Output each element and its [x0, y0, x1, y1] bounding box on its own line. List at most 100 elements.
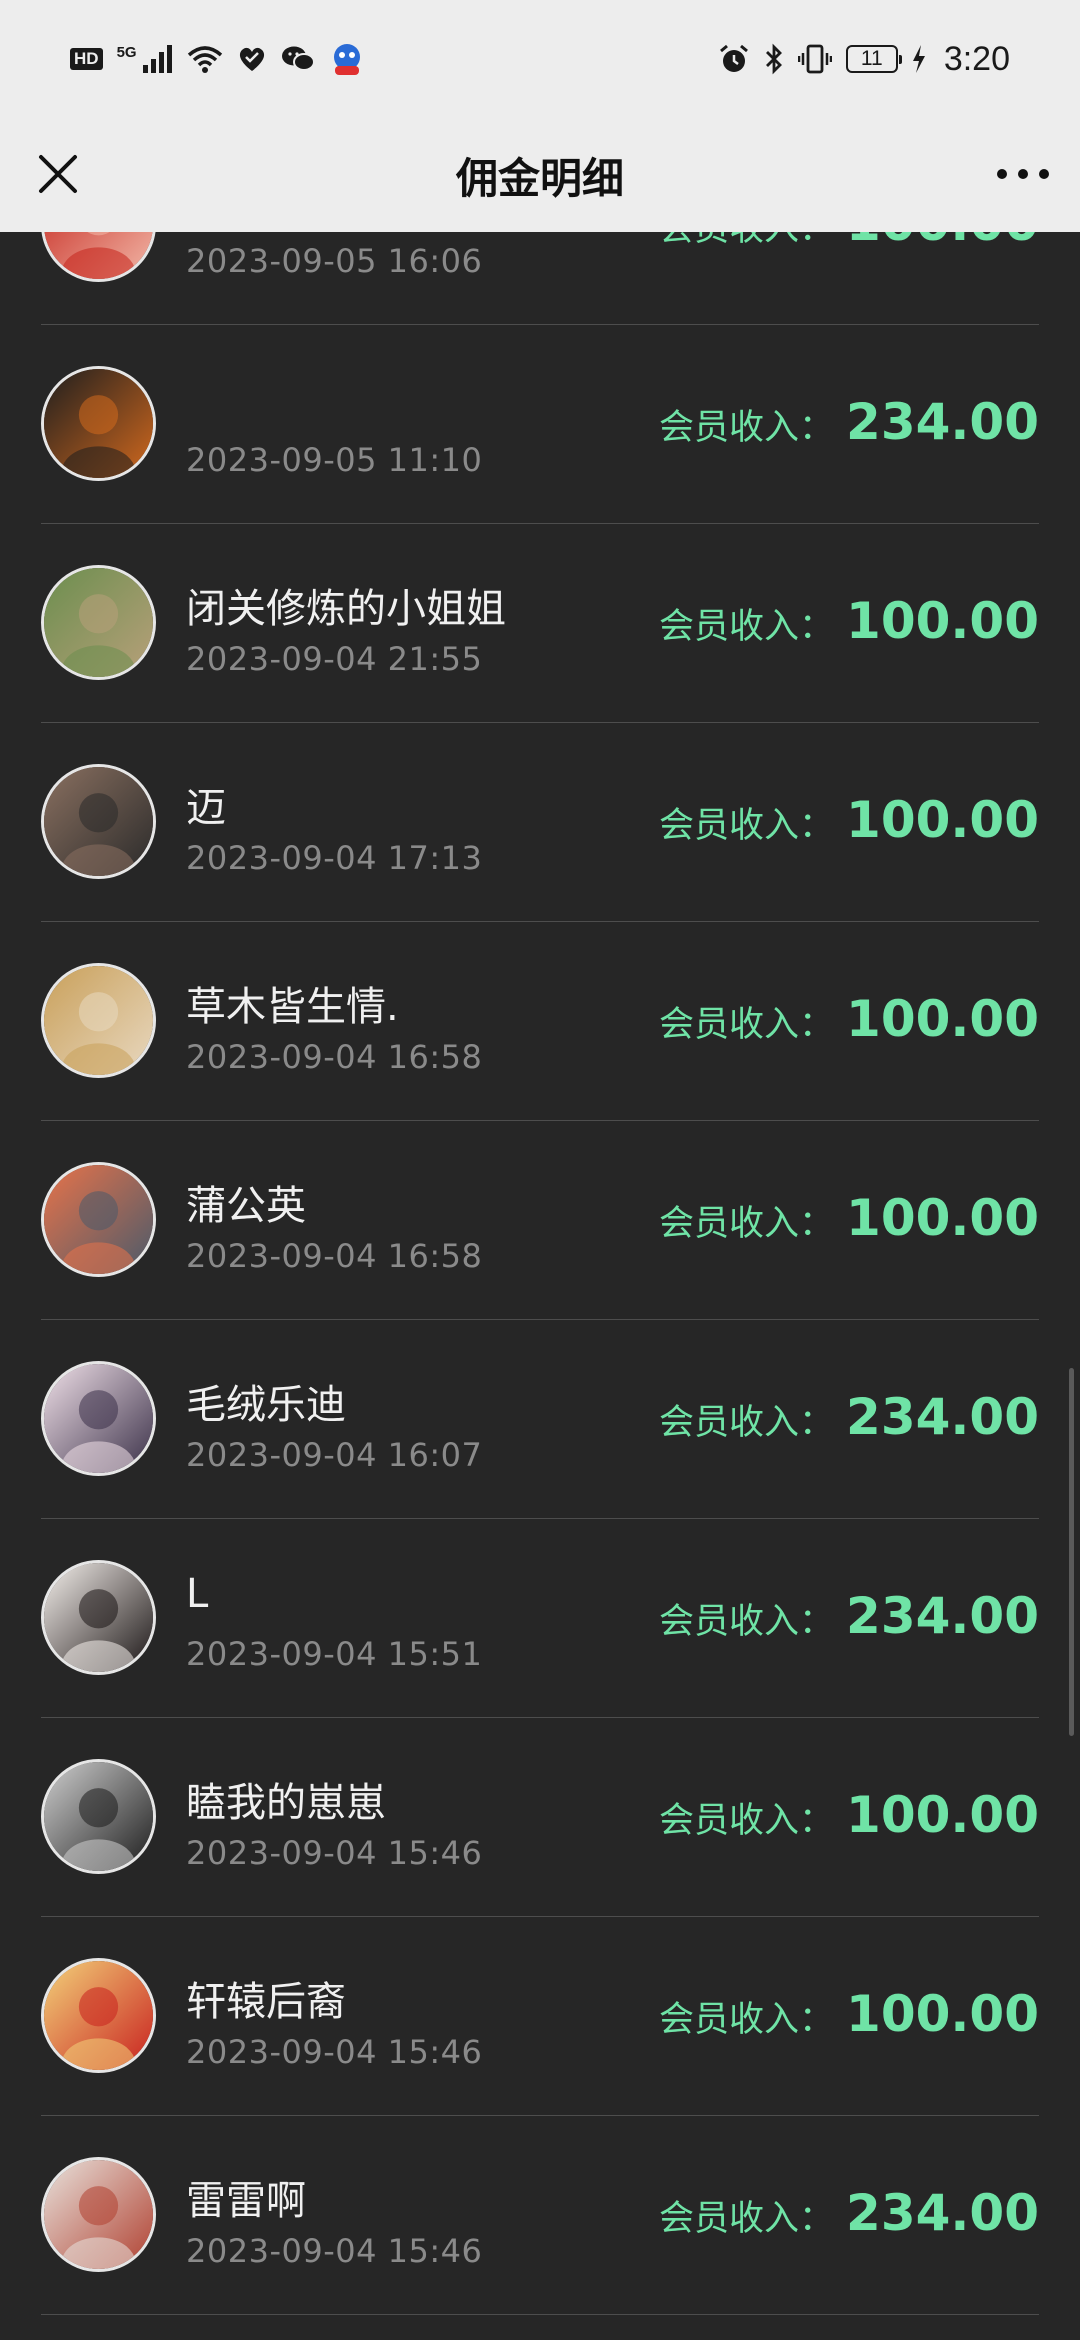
close-icon [39, 155, 77, 193]
avatar[interactable] [41, 764, 156, 879]
record-time: 2023-09-04 16:58 [186, 1038, 483, 1076]
income-label: 会员收入： [659, 1602, 835, 1642]
income-group: 会员收入： 100.00 [659, 232, 1039, 252]
signal-icon [142, 45, 173, 73]
more-button[interactable] [988, 144, 1058, 204]
income-group: 会员收入： 100.00 [659, 1985, 1039, 2043]
wifi-icon [187, 45, 223, 73]
income-amount: 100.00 [846, 1786, 1039, 1844]
income-label: 会员收入： [659, 2000, 835, 2040]
avatar[interactable] [41, 1361, 156, 1476]
avatar[interactable] [41, 1958, 156, 2073]
app-notification-icon [329, 42, 365, 76]
income-amount: 234.00 [846, 1587, 1039, 1645]
avatar[interactable] [41, 1162, 156, 1277]
income-amount: 100.00 [846, 232, 1039, 252]
income-label: 会员收入： [659, 408, 835, 448]
member-name: 迈 [186, 785, 226, 831]
list-item[interactable]: 佩财 2023-09-05 16:06 会员收入： 100.00 [0, 232, 1080, 325]
income-amount: 100.00 [846, 1189, 1039, 1247]
avatar[interactable] [41, 366, 156, 481]
income-amount: 100.00 [846, 791, 1039, 849]
member-name: 瞌我的崽崽 [186, 1780, 386, 1826]
close-button[interactable] [28, 144, 88, 204]
income-label: 会员收入： [659, 806, 835, 846]
member-name: 雷雷啊 [186, 2178, 306, 2224]
income-group: 会员收入： 234.00 [659, 393, 1039, 451]
record-time: 2023-09-04 15:46 [186, 2033, 483, 2071]
list-item[interactable]: 2023-09-05 11:10 会员收入： 234.00 [0, 325, 1080, 524]
list-item[interactable]: 蒲公英 2023-09-04 16:58 会员收入： 100.00 [0, 1121, 1080, 1320]
member-name: 闭关修炼的小姐姐 [186, 586, 506, 632]
income-group: 会员收入： 234.00 [659, 2184, 1039, 2242]
list-item[interactable]: 毛绒乐迪 2023-09-04 16:07 会员收入： 234.00 [0, 1320, 1080, 1519]
scrollbar[interactable] [1069, 1368, 1074, 1736]
income-label: 会员收入： [659, 1403, 835, 1443]
record-time: 2023-09-04 21:55 [186, 640, 483, 678]
income-label: 会员收入： [659, 607, 835, 647]
status-left: HD 5G [70, 42, 365, 76]
income-group: 会员收入： 100.00 [659, 791, 1039, 849]
record-time: 2023-09-04 15:51 [186, 1635, 483, 1673]
avatar[interactable] [41, 1560, 156, 1675]
member-name: 轩辕后裔 [186, 1979, 346, 2025]
avatar[interactable] [41, 1759, 156, 1874]
avatar[interactable] [41, 2157, 156, 2272]
avatar[interactable] [41, 232, 156, 282]
income-group: 会员收入： 234.00 [659, 1388, 1039, 1446]
income-label: 会员收入： [659, 2199, 835, 2239]
list-item[interactable]: 轩辕后裔 2023-09-04 15:46 会员收入： 100.00 [0, 1917, 1080, 2116]
income-label: 会员收入： [659, 1204, 835, 1244]
income-group: 会员收入： 100.00 [659, 990, 1039, 1048]
commission-list-inner: 佩财 2023-09-05 16:06 会员收入： 100.00 2023-09-05 … [0, 232, 1080, 2315]
hd-icon: HD [70, 48, 103, 70]
income-label: 会员收入： [659, 1801, 835, 1841]
clock: 3:20 [943, 39, 1010, 78]
commission-list[interactable]: 佩财 2023-09-05 16:06 会员收入： 100.00 2023-09-05 … [0, 232, 1080, 2340]
page-title: 佣金明细 [455, 153, 624, 203]
income-label: 会员收入： [659, 1005, 835, 1045]
member-name: 草木皆生情. [186, 984, 399, 1030]
avatar[interactable] [41, 963, 156, 1078]
income-group: 会员收入： 100.00 [659, 592, 1039, 650]
income-group: 会员收入： 100.00 [659, 1189, 1039, 1247]
record-time: 2023-09-04 15:46 [186, 2232, 483, 2270]
record-time: 2023-09-05 16:06 [186, 242, 483, 280]
list-item[interactable]: 瞌我的崽崽 2023-09-04 15:46 会员收入： 100.00 [0, 1718, 1080, 1917]
income-amount: 234.00 [846, 1388, 1039, 1446]
nav-bar: 佣金明细 [0, 118, 1080, 232]
bluetooth-icon [764, 43, 784, 75]
income-amount: 234.00 [846, 2184, 1039, 2242]
list-item[interactable]: 草木皆生情. 2023-09-04 16:58 会员收入： 100.00 [0, 922, 1080, 1121]
income-amount: 234.00 [846, 393, 1039, 451]
status-right: 11 3:20 [718, 40, 1010, 79]
heart-shield-icon [237, 45, 267, 73]
list-item[interactable]: 迈 2023-09-04 17:13 会员收入： 100.00 [0, 723, 1080, 922]
list-item[interactable]: 闭关修炼的小姐姐 2023-09-04 21:55 会员收入： 100.00 [0, 524, 1080, 723]
avatar[interactable] [41, 565, 156, 680]
charging-icon [912, 45, 926, 73]
income-amount: 100.00 [846, 990, 1039, 1048]
income-group: 会员收入： 234.00 [659, 1587, 1039, 1645]
income-group: 会员收入： 100.00 [659, 1786, 1039, 1844]
record-time: 2023-09-04 16:58 [186, 1237, 483, 1275]
member-name: L [186, 1571, 209, 1617]
record-time: 2023-09-04 16:07 [186, 1436, 483, 1474]
status-bar: HD 5G 11 3:20 [0, 0, 1080, 118]
network-type-label: 5G [116, 43, 137, 61]
income-amount: 100.00 [846, 592, 1039, 650]
income-label: 会员收入： [659, 232, 834, 251]
more-icon [997, 169, 1049, 179]
list-item[interactable]: 雷雷啊 2023-09-04 15:46 会员收入： 234.00 [0, 2116, 1080, 2315]
member-name: 蒲公英 [186, 1183, 306, 1229]
record-time: 2023-09-04 15:46 [186, 1834, 483, 1872]
member-name: 毛绒乐迪 [186, 1382, 346, 1428]
list-item[interactable]: L 2023-09-04 15:51 会员收入： 234.00 [0, 1519, 1080, 1718]
income-amount: 100.00 [846, 1985, 1039, 2043]
alarm-icon [718, 43, 750, 75]
battery-icon: 11 [845, 45, 902, 73]
record-time: 2023-09-05 11:10 [186, 441, 483, 479]
vibrate-icon [797, 43, 832, 75]
wechat-icon [281, 45, 315, 73]
member-name: 佩财 [186, 232, 266, 236]
